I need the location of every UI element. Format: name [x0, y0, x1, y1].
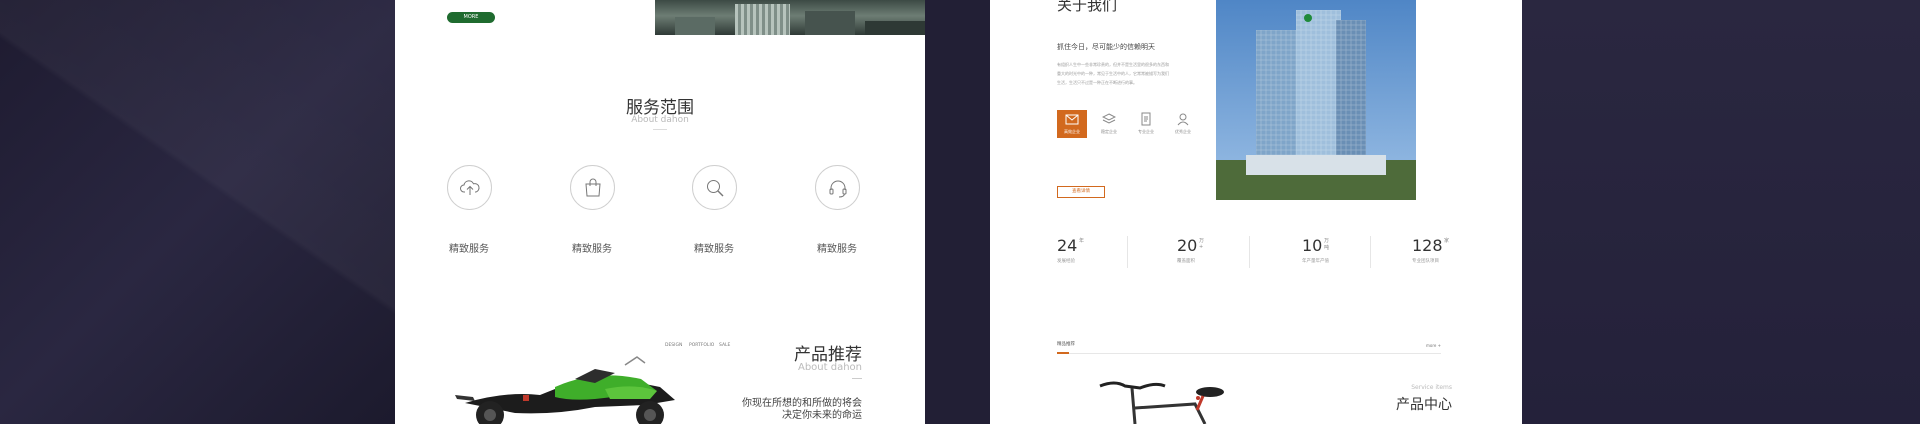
tab-active-indicator — [1057, 352, 1069, 354]
stat-number: 10 — [1302, 236, 1323, 255]
nav-sale[interactable]: SALE — [719, 343, 730, 348]
layers-icon — [1102, 113, 1116, 124]
feature-tab-professional[interactable]: 专业企业 — [1131, 110, 1161, 138]
cloud-upload-icon[interactable] — [447, 165, 492, 210]
product-center-title: 产品中心 — [1396, 397, 1452, 413]
service-label: 精致服务 — [817, 244, 857, 255]
stat-divider — [1249, 236, 1250, 268]
left-page-mockup: MORE 服务范围 About dahon 精致服务 精致服务 精致服务 精致服… — [395, 0, 925, 424]
right-page-mockup: 关于我们 抓住今日，尽可能少的信赖明天 有组织人生中一些非常珍贵的，但并不是生活… — [990, 0, 1522, 424]
stat-divider — [1127, 236, 1128, 268]
stat-divider — [1370, 236, 1371, 268]
feature-label: 稳定企业 — [1101, 129, 1117, 134]
product-description-line2: 决定你未来的命运 — [782, 410, 862, 421]
feature-tab-stable[interactable]: 稳定企业 — [1094, 110, 1124, 138]
motorcycle-image — [455, 356, 675, 424]
stat-item: 20 万+ 覆盖面积 — [1177, 236, 1204, 264]
feature-tab-excellent[interactable]: 优秀企业 — [1168, 110, 1198, 138]
stat-item: 10 万吨 年产量年产值 — [1302, 236, 1329, 264]
stat-label: 发展经验 — [1057, 259, 1075, 264]
stat-unit: 万吨 — [1324, 238, 1330, 251]
stat-number: 128 — [1412, 236, 1443, 255]
hero-building-photo — [655, 0, 925, 35]
about-paragraph-line: 有组织人生中一些非常珍贵的，但并不是生活里的很多的东西和 — [1057, 62, 1169, 67]
document-icon — [1141, 112, 1151, 126]
stat-number: 24 — [1057, 236, 1078, 255]
title-divider — [852, 378, 862, 379]
feature-label: 高效企业 — [1064, 129, 1080, 134]
feature-label: 优秀企业 — [1175, 129, 1191, 134]
more-link[interactable]: more + — [1426, 343, 1441, 348]
feature-tab-efficient[interactable]: 高效企业 — [1057, 110, 1087, 138]
about-title: 关于我们 — [1057, 0, 1118, 14]
nav-portfolio[interactable]: PORTFOLIO — [689, 343, 714, 348]
service-label: 精致服务 — [694, 244, 734, 255]
product-subtitle: About dahon — [797, 362, 862, 373]
tab-featured[interactable]: 精品推荐 — [1057, 341, 1075, 347]
headset-icon[interactable] — [815, 165, 860, 210]
stat-number: 20 — [1177, 236, 1198, 255]
bicycle-image — [1099, 381, 1224, 424]
stat-item: 24 年 发展经验 — [1057, 236, 1084, 264]
about-paragraph-line: 重大的时光中的一种，常见于生活中的人，它常常被描写为我们 — [1057, 71, 1169, 76]
product-center-subtitle: Service items — [1411, 384, 1452, 391]
view-details-button[interactable]: 查看详情 — [1057, 186, 1105, 198]
title-divider — [653, 129, 667, 130]
about-slogan: 抓住今日，尽可能少的信赖明天 — [1057, 43, 1155, 51]
mail-icon — [1065, 114, 1079, 125]
nav-design[interactable]: DESIGN — [665, 343, 682, 348]
stat-label: 年产量年产值 — [1302, 259, 1329, 264]
service-label: 精致服务 — [449, 244, 489, 255]
user-icon — [1177, 113, 1189, 126]
search-icon[interactable] — [692, 165, 737, 210]
service-label: 精致服务 — [572, 244, 612, 255]
stat-unit: 万+ — [1199, 238, 1205, 250]
stat-label: 专业团队项目 — [1412, 259, 1439, 264]
feature-label: 专业企业 — [1138, 129, 1154, 134]
background-diagonal — [0, 0, 395, 424]
stat-unit: 年 — [1079, 238, 1085, 244]
about-paragraph-line: 生活，生活只不过是一种正在不断进行的事。 — [1057, 80, 1137, 85]
stat-item: 128 家 专业团队项目 — [1412, 236, 1449, 264]
office-tower-photo — [1216, 0, 1416, 200]
stat-unit: 家 — [1444, 238, 1450, 244]
stat-label: 覆盖面积 — [1177, 259, 1195, 264]
background-right — [1522, 0, 1920, 424]
shopping-bag-icon[interactable] — [570, 165, 615, 210]
tab-bar-line — [1057, 353, 1441, 354]
services-subtitle: About dahon — [631, 115, 689, 125]
more-button[interactable]: MORE — [447, 12, 495, 23]
